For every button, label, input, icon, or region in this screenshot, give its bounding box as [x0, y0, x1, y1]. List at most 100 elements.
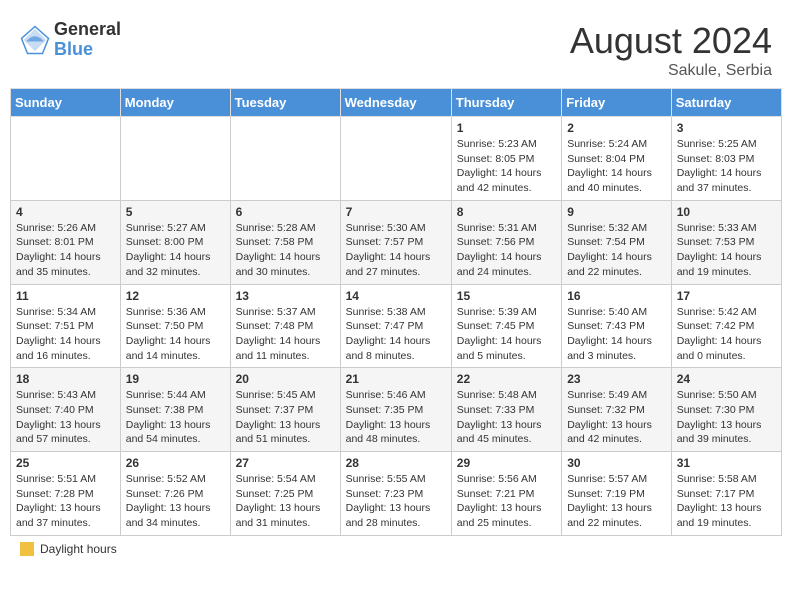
day-number: 11	[16, 289, 115, 303]
calendar-week-4: 18Sunrise: 5:43 AM Sunset: 7:40 PM Dayli…	[11, 368, 782, 452]
day-info: Sunrise: 5:38 AM Sunset: 7:47 PM Dayligh…	[346, 305, 446, 364]
calendar-cell: 15Sunrise: 5:39 AM Sunset: 7:45 PM Dayli…	[451, 284, 561, 368]
day-info: Sunrise: 5:50 AM Sunset: 7:30 PM Dayligh…	[677, 388, 776, 447]
day-info: Sunrise: 5:40 AM Sunset: 7:43 PM Dayligh…	[567, 305, 666, 364]
calendar-cell: 1 Sunrise: 5:23 AM Sunset: 8:05 PM Daylig…	[451, 117, 561, 201]
calendar-cell: 3 Sunrise: 5:25 AM Sunset: 8:03 PM Daylig…	[671, 117, 781, 201]
calendar-cell: 29Sunrise: 5:56 AM Sunset: 7:21 PM Dayli…	[451, 452, 561, 536]
day-info: Sunrise: 5:57 AM Sunset: 7:19 PM Dayligh…	[567, 472, 666, 531]
month-year: August 2024	[570, 20, 772, 62]
col-friday: Friday	[562, 89, 672, 117]
day-number: 20	[236, 372, 335, 386]
calendar-header-row: Sunday Monday Tuesday Wednesday Thursday…	[11, 89, 782, 117]
calendar-cell: 20 Sunrise: 5:45 AM Sunset: 7:37 PM Dayli…	[230, 368, 340, 452]
logo-icon	[20, 25, 50, 55]
calendar-cell: 24 Sunrise: 5:50 AM Sunset: 7:30 PM Dayli…	[671, 368, 781, 452]
calendar-cell: 17Sunrise: 5:42 AM Sunset: 7:42 PM Dayli…	[671, 284, 781, 368]
day-number: 7	[346, 205, 446, 219]
calendar-cell: 23Sunrise: 5:49 AM Sunset: 7:32 PM Dayli…	[562, 368, 672, 452]
day-info: Sunrise: 5:28 AM Sunset: 7:58 PM Dayligh…	[236, 221, 335, 280]
calendar-cell: 16 Sunrise: 5:40 AM Sunset: 7:43 PM Dayli…	[562, 284, 672, 368]
calendar-week-2: 4 Sunrise: 5:26 AM Sunset: 8:01 PM Daylig…	[11, 200, 782, 284]
calendar-cell: 4 Sunrise: 5:26 AM Sunset: 8:01 PM Daylig…	[11, 200, 121, 284]
day-info: Sunrise: 5:34 AM Sunset: 7:51 PM Dayligh…	[16, 305, 115, 364]
day-info: Sunrise: 5:44 AM Sunset: 7:38 PM Dayligh…	[126, 388, 225, 447]
day-number: 29	[457, 456, 556, 470]
day-number: 9	[567, 205, 666, 219]
day-info: Sunrise: 5:31 AM Sunset: 7:56 PM Dayligh…	[457, 221, 556, 280]
day-number: 28	[346, 456, 446, 470]
day-number: 16	[567, 289, 666, 303]
calendar-cell: 2Sunrise: 5:24 AM Sunset: 8:04 PM Daylig…	[562, 117, 672, 201]
day-number: 5	[126, 205, 225, 219]
calendar-cell: 9 Sunrise: 5:32 AM Sunset: 7:54 PM Daylig…	[562, 200, 672, 284]
footer-legend: Daylight hours	[10, 536, 782, 562]
day-number: 4	[16, 205, 115, 219]
col-saturday: Saturday	[671, 89, 781, 117]
day-number: 1	[457, 121, 556, 135]
logo: General Blue	[20, 20, 121, 60]
day-number: 12	[126, 289, 225, 303]
day-info: Sunrise: 5:23 AM Sunset: 8:05 PM Dayligh…	[457, 137, 556, 196]
day-number: 30	[567, 456, 666, 470]
calendar-cell: 13 Sunrise: 5:37 AM Sunset: 7:48 PM Dayli…	[230, 284, 340, 368]
calendar-cell: 10 Sunrise: 5:33 AM Sunset: 7:53 PM Dayli…	[671, 200, 781, 284]
calendar-cell: 19 Sunrise: 5:44 AM Sunset: 7:38 PM Dayli…	[120, 368, 230, 452]
calendar-cell	[230, 117, 340, 201]
col-monday: Monday	[120, 89, 230, 117]
calendar-cell	[11, 117, 121, 201]
day-number: 3	[677, 121, 776, 135]
calendar-cell: 7 Sunrise: 5:30 AM Sunset: 7:57 PM Daylig…	[340, 200, 451, 284]
day-info: Sunrise: 5:58 AM Sunset: 7:17 PM Dayligh…	[677, 472, 776, 531]
calendar-cell	[340, 117, 451, 201]
day-info: Sunrise: 5:39 AM Sunset: 7:45 PM Dayligh…	[457, 305, 556, 364]
logo-text: General Blue	[54, 20, 121, 60]
col-thursday: Thursday	[451, 89, 561, 117]
calendar-cell: 14 Sunrise: 5:38 AM Sunset: 7:47 PM Dayli…	[340, 284, 451, 368]
day-info: Sunrise: 5:32 AM Sunset: 7:54 PM Dayligh…	[567, 221, 666, 280]
day-info: Sunrise: 5:24 AM Sunset: 8:04 PM Dayligh…	[567, 137, 666, 196]
calendar-cell	[120, 117, 230, 201]
day-number: 23	[567, 372, 666, 386]
calendar-cell: 30 Sunrise: 5:57 AM Sunset: 7:19 PM Dayli…	[562, 452, 672, 536]
day-info: Sunrise: 5:27 AM Sunset: 8:00 PM Dayligh…	[126, 221, 225, 280]
calendar-week-5: 25Sunrise: 5:51 AM Sunset: 7:28 PM Dayli…	[11, 452, 782, 536]
calendar-cell: 21Sunrise: 5:46 AM Sunset: 7:35 PM Dayli…	[340, 368, 451, 452]
day-info: Sunrise: 5:46 AM Sunset: 7:35 PM Dayligh…	[346, 388, 446, 447]
calendar-cell: 5 Sunrise: 5:27 AM Sunset: 8:00 PM Daylig…	[120, 200, 230, 284]
day-info: Sunrise: 5:37 AM Sunset: 7:48 PM Dayligh…	[236, 305, 335, 364]
day-info: Sunrise: 5:25 AM Sunset: 8:03 PM Dayligh…	[677, 137, 776, 196]
day-number: 19	[126, 372, 225, 386]
day-info: Sunrise: 5:30 AM Sunset: 7:57 PM Dayligh…	[346, 221, 446, 280]
day-info: Sunrise: 5:36 AM Sunset: 7:50 PM Dayligh…	[126, 305, 225, 364]
calendar: Sunday Monday Tuesday Wednesday Thursday…	[10, 88, 782, 536]
day-number: 13	[236, 289, 335, 303]
day-info: Sunrise: 5:52 AM Sunset: 7:26 PM Dayligh…	[126, 472, 225, 531]
day-info: Sunrise: 5:33 AM Sunset: 7:53 PM Dayligh…	[677, 221, 776, 280]
day-number: 24	[677, 372, 776, 386]
day-info: Sunrise: 5:55 AM Sunset: 7:23 PM Dayligh…	[346, 472, 446, 531]
calendar-cell: 11 Sunrise: 5:34 AM Sunset: 7:51 PM Dayli…	[11, 284, 121, 368]
calendar-cell: 28 Sunrise: 5:55 AM Sunset: 7:23 PM Dayli…	[340, 452, 451, 536]
day-info: Sunrise: 5:45 AM Sunset: 7:37 PM Dayligh…	[236, 388, 335, 447]
calendar-cell: 31Sunrise: 5:58 AM Sunset: 7:17 PM Dayli…	[671, 452, 781, 536]
day-number: 22	[457, 372, 556, 386]
day-number: 17	[677, 289, 776, 303]
day-number: 14	[346, 289, 446, 303]
day-number: 10	[677, 205, 776, 219]
daylight-legend-label: Daylight hours	[40, 542, 117, 556]
day-info: Sunrise: 5:54 AM Sunset: 7:25 PM Dayligh…	[236, 472, 335, 531]
calendar-cell: 25Sunrise: 5:51 AM Sunset: 7:28 PM Dayli…	[11, 452, 121, 536]
day-info: Sunrise: 5:51 AM Sunset: 7:28 PM Dayligh…	[16, 472, 115, 531]
calendar-cell: 22 Sunrise: 5:48 AM Sunset: 7:33 PM Dayli…	[451, 368, 561, 452]
day-info: Sunrise: 5:26 AM Sunset: 8:01 PM Dayligh…	[16, 221, 115, 280]
day-number: 18	[16, 372, 115, 386]
logo-general: General	[54, 20, 121, 40]
day-number: 6	[236, 205, 335, 219]
title-area: August 2024 Sakule, Serbia	[570, 20, 772, 80]
calendar-cell: 12 Sunrise: 5:36 AM Sunset: 7:50 PM Dayli…	[120, 284, 230, 368]
calendar-cell: 6 Sunrise: 5:28 AM Sunset: 7:58 PM Daylig…	[230, 200, 340, 284]
day-info: Sunrise: 5:48 AM Sunset: 7:33 PM Dayligh…	[457, 388, 556, 447]
col-tuesday: Tuesday	[230, 89, 340, 117]
calendar-cell: 18Sunrise: 5:43 AM Sunset: 7:40 PM Dayli…	[11, 368, 121, 452]
